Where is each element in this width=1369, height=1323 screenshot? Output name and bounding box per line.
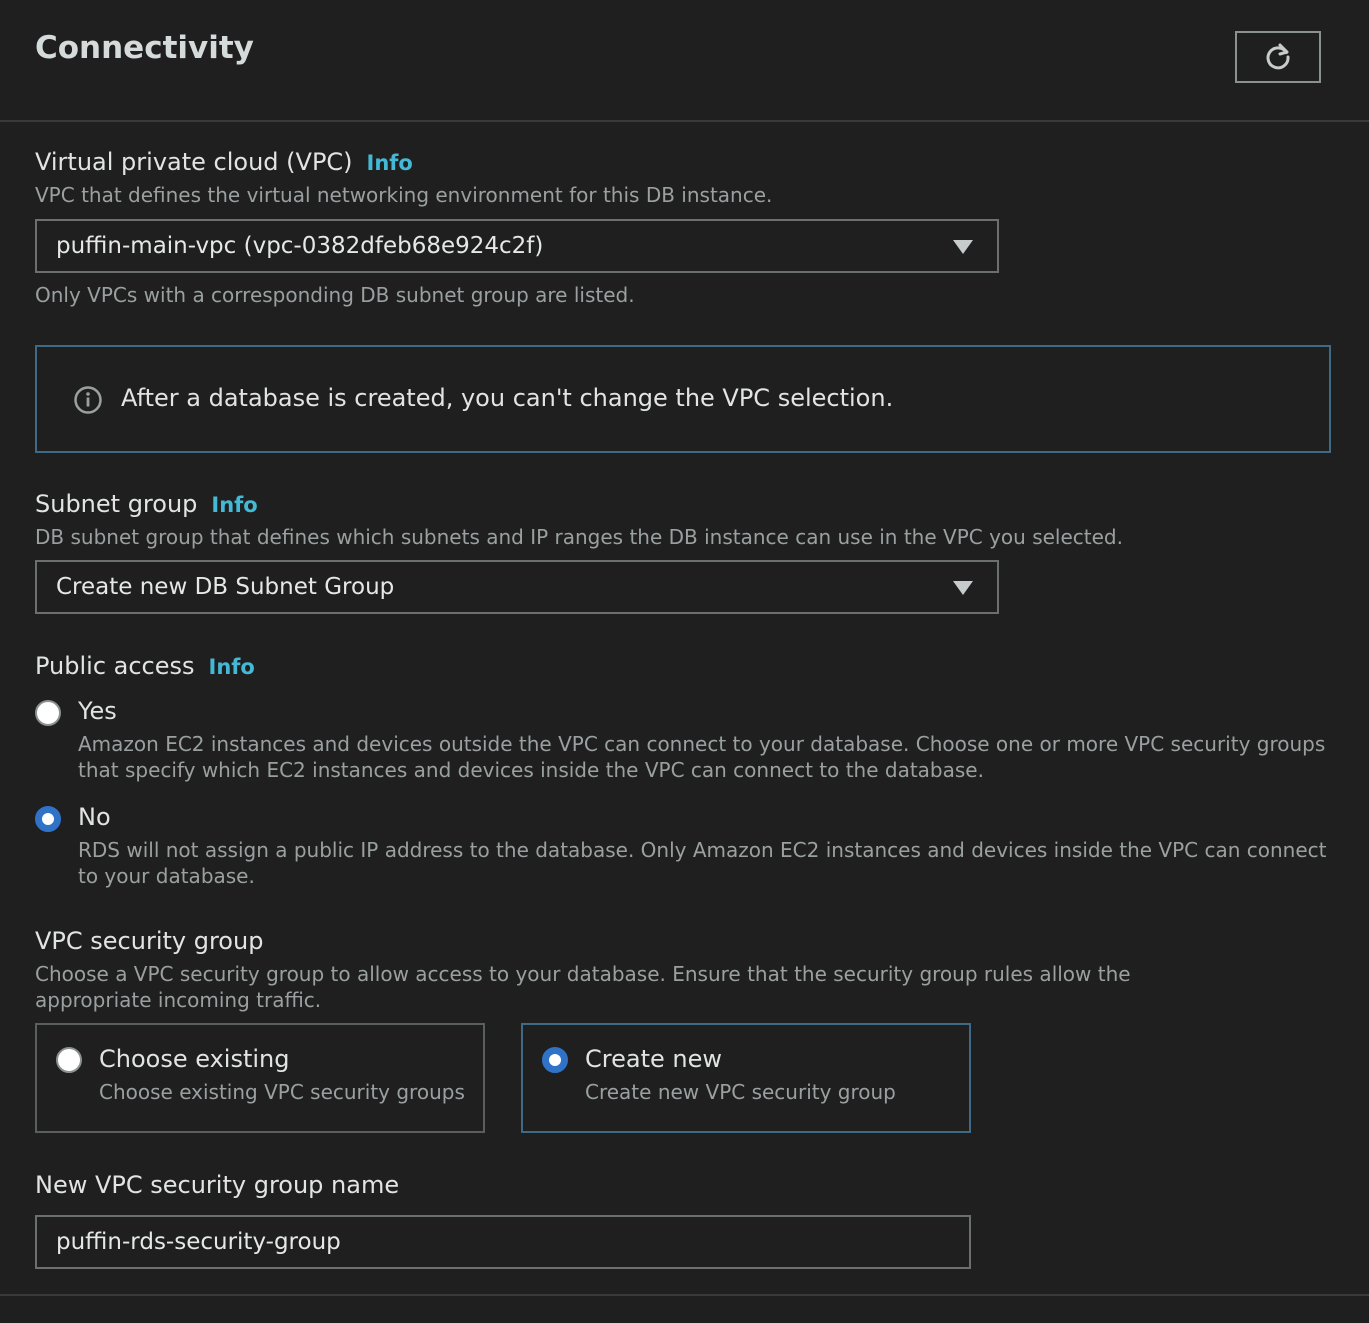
- public-access-no-description: RDS will not assign a public IP address …: [78, 838, 1327, 888]
- public-access-yes-description: Amazon EC2 instances and devices outside…: [78, 732, 1326, 782]
- create-new-radio[interactable]: [542, 1047, 568, 1073]
- caret-down-icon: [953, 581, 973, 595]
- vpc-info-alert: After a database is created, you can't c…: [35, 345, 1331, 453]
- create-new-label: Create new: [585, 1045, 722, 1073]
- public-access-label: Public access: [35, 652, 195, 680]
- choose-existing-description: Choose existing VPC security groups: [99, 1080, 465, 1104]
- create-new-card[interactable]: Create new Create new VPC security group: [521, 1023, 971, 1133]
- refresh-button[interactable]: [1235, 31, 1321, 83]
- vpc-description: VPC that defines the virtual networking …: [35, 183, 773, 207]
- subnet-select[interactable]: Create new DB Subnet Group: [35, 560, 999, 614]
- subnet-description: DB subnet group that defines which subne…: [35, 525, 1123, 549]
- vpc-select-value: puffin-main-vpc (vpc-0382dfeb68e924c2f): [56, 233, 544, 259]
- public-access-info-link[interactable]: Info: [209, 655, 255, 679]
- section-header: Connectivity: [0, 0, 1369, 122]
- alert-message: After a database is created, you can't c…: [121, 384, 894, 412]
- vpc-label-row: Virtual private cloud (VPC) Info: [35, 148, 413, 176]
- new-group-name-label: New VPC security group name: [35, 1171, 400, 1199]
- choose-existing-radio[interactable]: [56, 1047, 82, 1073]
- choose-existing-label: Choose existing: [99, 1045, 290, 1073]
- vpc-info-link[interactable]: Info: [367, 151, 413, 175]
- vpc-hint: Only VPCs with a corresponding DB subnet…: [35, 283, 635, 307]
- public-access-label-row: Public access Info: [35, 652, 255, 680]
- subnet-label: Subnet group: [35, 490, 198, 518]
- choose-existing-card[interactable]: Choose existing Choose existing VPC secu…: [35, 1023, 485, 1133]
- subnet-select-value: Create new DB Subnet Group: [56, 574, 395, 600]
- vpc-select[interactable]: puffin-main-vpc (vpc-0382dfeb68e924c2f): [35, 219, 999, 273]
- public-access-yes-radio[interactable]: [35, 700, 61, 726]
- subnet-label-row: Subnet group Info: [35, 490, 258, 518]
- public-access-no-radio[interactable]: [35, 806, 61, 832]
- public-access-yes-label[interactable]: Yes: [78, 697, 117, 725]
- section-divider: [0, 1294, 1369, 1296]
- public-access-no-label[interactable]: No: [78, 803, 111, 831]
- security-group-label: VPC security group: [35, 927, 264, 955]
- info-circle-icon: [74, 386, 102, 414]
- vpc-label: Virtual private cloud (VPC): [35, 148, 353, 176]
- new-group-name-input[interactable]: [35, 1215, 971, 1269]
- security-group-description: Choose a VPC security group to allow acc…: [35, 962, 1131, 1012]
- page-title: Connectivity: [35, 30, 254, 66]
- refresh-icon: [1266, 43, 1290, 70]
- create-new-description: Create new VPC security group: [585, 1080, 896, 1104]
- caret-down-icon: [953, 240, 973, 254]
- subnet-info-link[interactable]: Info: [211, 493, 257, 517]
